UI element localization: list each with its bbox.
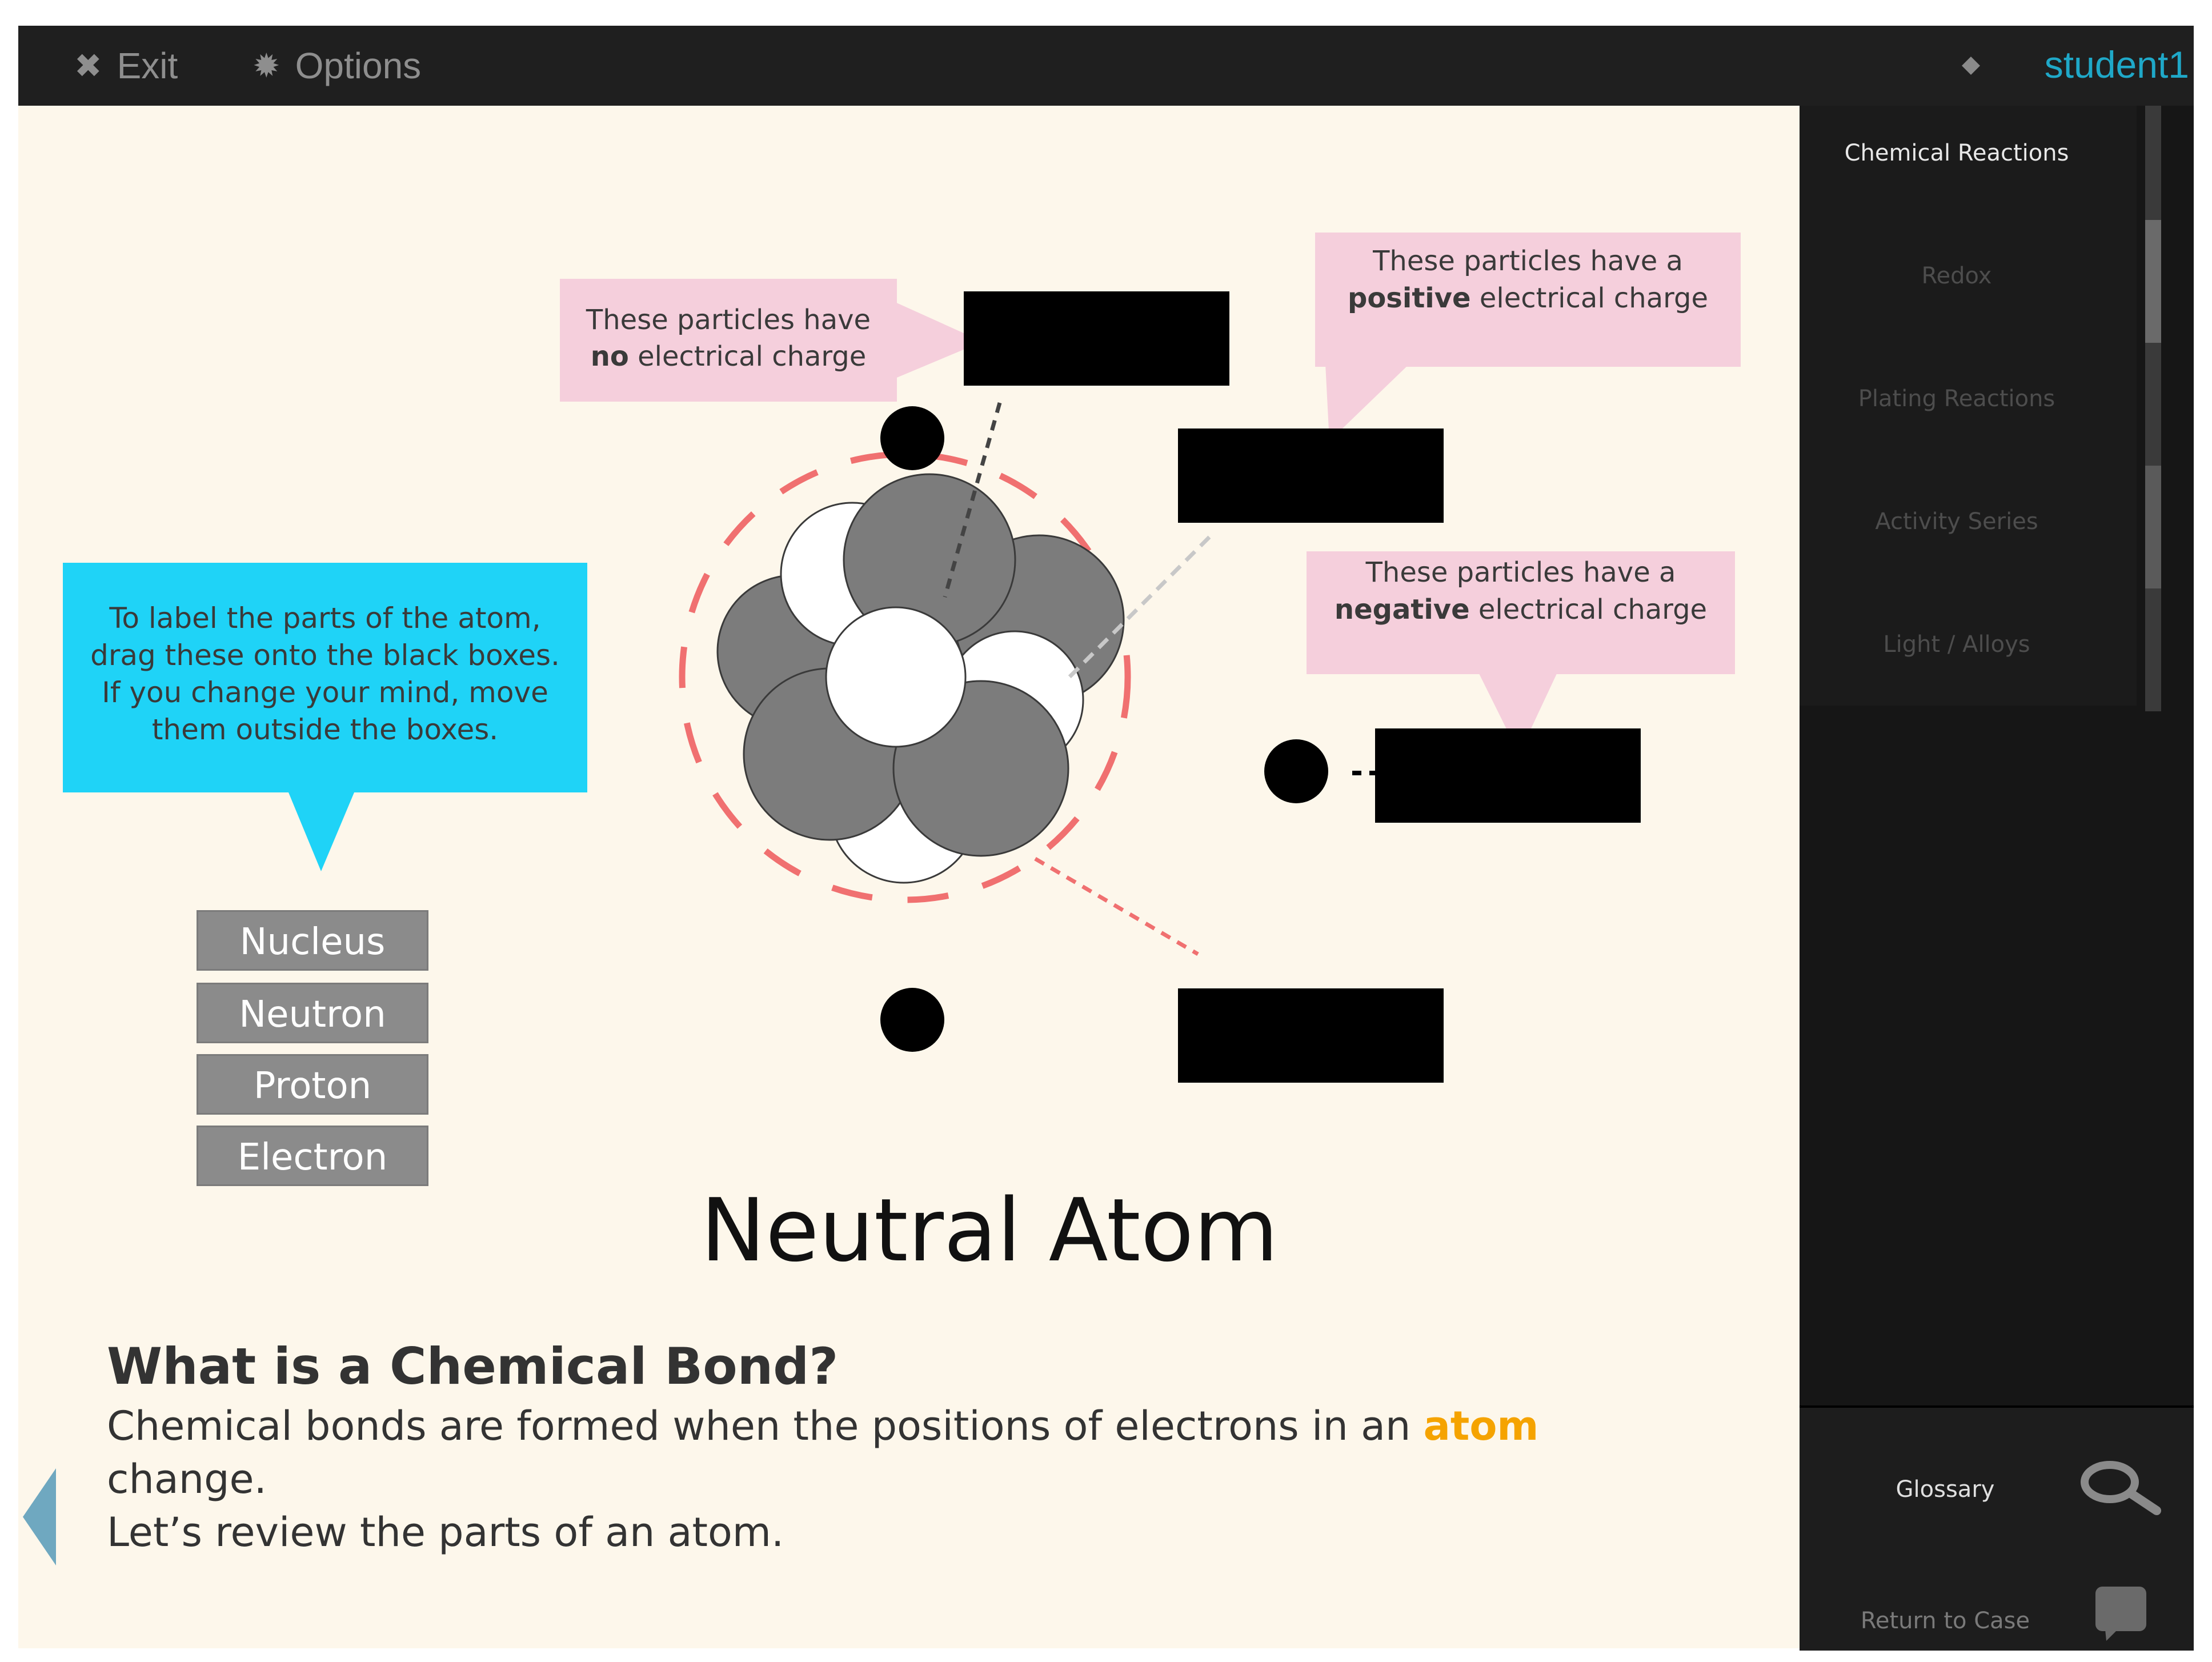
drop-box-proton[interactable] [1178, 428, 1444, 523]
neutral-text-pre: These particles have [586, 304, 871, 336]
positive-text-bold: positive [1347, 282, 1471, 314]
label-proton[interactable]: Proton [197, 1054, 428, 1115]
drop-box-nucleus[interactable] [1178, 988, 1444, 1083]
speech-bubble-icon[interactable] [2094, 1585, 2148, 1642]
positive-callout: These particles have a positive electric… [1315, 233, 1741, 441]
close-icon: ✖ [74, 47, 102, 85]
exit-label: Exit [117, 45, 178, 86]
sidebar-tools: Glossary Return to Case [1800, 1405, 2194, 1651]
exit-button[interactable]: ✖ Exit [74, 42, 178, 90]
label-neutron[interactable]: Neutron [197, 983, 428, 1043]
diagram-title: Neutral Atom [700, 1180, 1279, 1281]
options-label: Options [295, 45, 422, 86]
positive-text-post: electrical charge [1479, 282, 1709, 314]
label-electron[interactable]: Electron [197, 1126, 428, 1186]
diamond-icon [1962, 57, 1980, 75]
section-body: Chemical bonds are formed when the posit… [107, 1400, 1735, 1559]
glossary-button[interactable]: Glossary [1800, 1476, 2091, 1503]
positive-text-pre: These particles have a [1373, 245, 1683, 277]
negative-text-post: electrical charge [1478, 594, 1708, 626]
body-text-pre: Chemical bonds are formed when the posit… [107, 1403, 1411, 1449]
sidebar: Chemical Reactions Redox Plating Reactio… [1800, 106, 2194, 1651]
neutral-callout: These particles have no electrical charg… [560, 279, 994, 407]
negative-callout: These particles have a negative electric… [1307, 551, 1735, 754]
glossary-link-atom[interactable]: atom [1424, 1403, 1539, 1449]
gear-icon: ✹ [253, 47, 280, 85]
electron-dot [880, 406, 944, 470]
user-name[interactable]: student1 [2045, 37, 2189, 92]
app-window: ✖ Exit ✹ Options student1 To label the p… [18, 26, 2194, 1651]
sidebar-nav: Chemical Reactions Redox Plating Reactio… [1800, 106, 2137, 706]
drop-box-electron[interactable] [1375, 728, 1641, 823]
pointer-line [1034, 856, 1199, 956]
sidebar-item-activity-series[interactable]: Activity Series [1800, 508, 2114, 535]
neutral-text-post: electrical charge [638, 341, 867, 373]
instructions-text: To label the parts of the atom, drag the… [90, 602, 560, 746]
sidebar-item-plating-reactions[interactable]: Plating Reactions [1800, 386, 2114, 412]
body-text-line2: Let’s review the parts of an atom. [107, 1509, 784, 1556]
body-text-post: change. [107, 1456, 267, 1503]
drop-box-neutron[interactable] [964, 291, 1229, 386]
negative-text-pre: These particles have a [1365, 556, 1676, 588]
neutral-text-bold: no [590, 341, 629, 373]
positive-callout-text: These particles have a positive electric… [1327, 243, 1729, 317]
neutral-callout-text: These particles have no electrical charg… [568, 302, 888, 375]
section-heading: What is a Chemical Bond? [107, 1337, 839, 1396]
lesson-content: To label the parts of the atom, drag the… [18, 106, 1800, 1648]
top-bar: ✖ Exit ✹ Options student1 [18, 26, 2194, 106]
negative-callout-text: These particles have a negative electric… [1318, 554, 1724, 628]
instructions-callout: To label the parts of the atom, drag the… [63, 563, 587, 871]
sidebar-scrollbar[interactable] [2145, 106, 2161, 711]
return-to-case-button[interactable]: Return to Case [1800, 1608, 2091, 1634]
options-button[interactable]: ✹ Options [253, 42, 421, 90]
electron-dot [880, 988, 944, 1052]
search-icon[interactable] [2077, 1453, 2162, 1522]
sidebar-item-light-alloys[interactable]: Light / Alloys [1800, 631, 2114, 658]
label-nucleus[interactable]: Nucleus [197, 910, 428, 971]
nucleus-particles [716, 473, 1125, 884]
sidebar-item-chemical-reactions[interactable]: Chemical Reactions [1800, 140, 2114, 166]
negative-text-bold: negative [1334, 594, 1470, 626]
proton-ball [825, 606, 967, 748]
sidebar-item-redox[interactable]: Redox [1800, 263, 2114, 289]
prev-arrow-icon[interactable] [23, 1468, 57, 1565]
